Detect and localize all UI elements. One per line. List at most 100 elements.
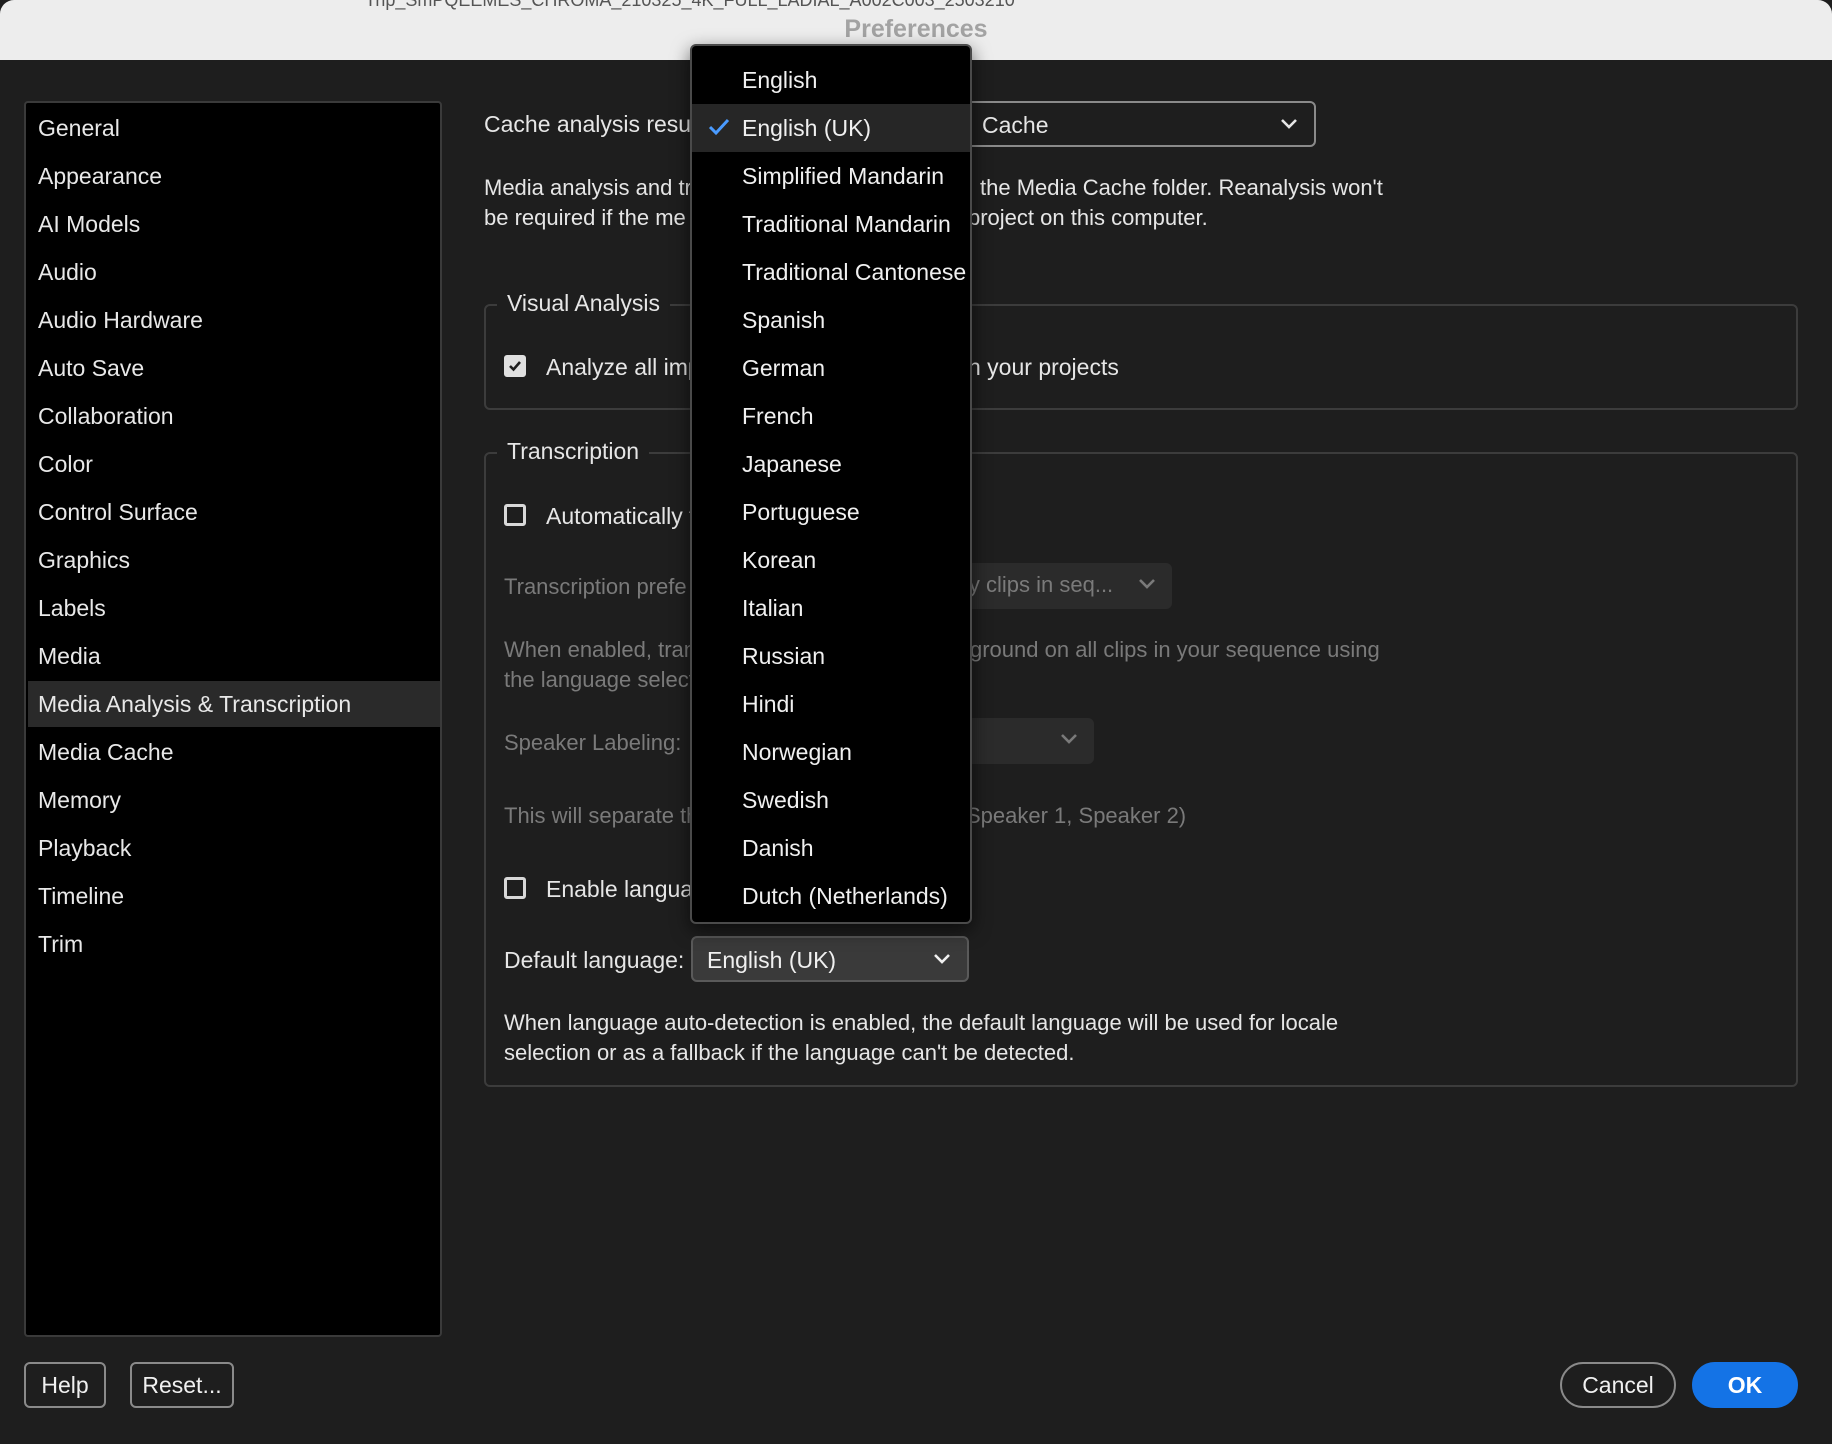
checkmark-icon bbox=[509, 361, 521, 372]
language-option-label: Italian bbox=[742, 595, 804, 621]
default-language-select[interactable]: English (UK) bbox=[691, 936, 969, 982]
language-option-english[interactable]: English bbox=[692, 56, 970, 104]
language-option-german[interactable]: German bbox=[692, 344, 970, 392]
preferences-sidebar: General Appearance AI Models Audio Audio Har… bbox=[24, 101, 442, 1337]
cache-analysis-label: Cache analysis results bbox=[484, 111, 715, 137]
language-option-hindi[interactable]: Hindi bbox=[692, 680, 970, 728]
transcription-pref-label: Transcription prefe bbox=[504, 574, 687, 599]
auto-transcribe-checkbox[interactable] bbox=[504, 504, 526, 526]
sidebar-item-graphics[interactable]: Graphics bbox=[28, 537, 440, 583]
transcription-pref-value: ly clips in seq... bbox=[964, 572, 1114, 597]
sidebar-item-trim[interactable]: Trim bbox=[28, 921, 440, 967]
language-option-label: English bbox=[742, 67, 818, 93]
sidebar-item-control-surface[interactable]: Control Surface bbox=[28, 489, 440, 535]
language-option-label: French bbox=[742, 403, 814, 429]
sidebar-item-collaboration[interactable]: Collaboration bbox=[28, 393, 440, 439]
language-option-label: English (UK) bbox=[742, 115, 872, 141]
language-option-label: German bbox=[742, 355, 826, 381]
sidebar-item-appearance[interactable]: Appearance bbox=[28, 153, 440, 199]
when-enabled-left-1: When enabled, tran bbox=[504, 637, 697, 662]
sidebar-item-audio[interactable]: Audio bbox=[28, 249, 440, 295]
when-enabled-right-1: ground on all clips in your sequence usi… bbox=[970, 637, 1380, 662]
language-option-french[interactable]: French bbox=[692, 392, 970, 440]
cache-desc-right-1: the Media Cache folder. Reanalysis won't bbox=[980, 175, 1383, 200]
language-option-label: Danish bbox=[742, 835, 814, 861]
language-option-label: Portuguese bbox=[742, 499, 860, 525]
cache-analysis-select[interactable]: Cache bbox=[966, 101, 1316, 147]
language-option-spanish[interactable]: Spanish bbox=[692, 296, 970, 344]
ok-button[interactable]: OK bbox=[1692, 1362, 1798, 1408]
auto-transcribe-label: Automatically t bbox=[546, 503, 696, 529]
speaker-labeling-select[interactable] bbox=[960, 718, 1094, 764]
autodetect-desc-2: selection or as a fallback if the langua… bbox=[504, 1040, 1075, 1065]
language-option-label: Korean bbox=[742, 547, 817, 573]
chevron-down-icon bbox=[934, 954, 950, 964]
cache-desc-left-2: be required if the me bbox=[484, 205, 686, 230]
enable-language-detection-checkbox[interactable] bbox=[504, 877, 526, 899]
language-option-label: Japanese bbox=[742, 451, 842, 477]
language-option-dutch-netherlands[interactable]: Dutch (Netherlands) bbox=[692, 872, 970, 920]
language-option-simplified-mandarin[interactable]: Simplified Mandarin bbox=[692, 152, 970, 200]
sidebar-item-color[interactable]: Color bbox=[28, 441, 440, 487]
window-title: Preferences bbox=[844, 15, 988, 43]
sidebar-item-media-analysis-transcription[interactable]: Media Analysis & Transcription bbox=[28, 681, 440, 727]
language-option-japanese[interactable]: Japanese bbox=[692, 440, 970, 488]
when-enabled-left-2: the language select bbox=[504, 667, 695, 692]
sidebar-item-media[interactable]: Media bbox=[28, 633, 440, 679]
language-option-traditional-cantonese[interactable]: Traditional Cantonese bbox=[692, 248, 970, 296]
cache-desc-right-2: project on this computer. bbox=[968, 205, 1208, 230]
sidebar-item-timeline[interactable]: Timeline bbox=[28, 873, 440, 919]
language-option-swedish[interactable]: Swedish bbox=[692, 776, 970, 824]
sidebar-item-ai-models[interactable]: AI Models bbox=[28, 201, 440, 247]
transcription-pref-select[interactable]: ly clips in seq... bbox=[950, 563, 1172, 609]
analyze-all-checkbox[interactable] bbox=[504, 355, 526, 377]
language-dropdown-menu: English English (UK) Simplified Mandarin Tr… bbox=[690, 44, 972, 924]
default-language-value: English (UK) bbox=[707, 947, 837, 973]
sidebar-item-media-cache[interactable]: Media Cache bbox=[28, 729, 440, 775]
language-option-label: Traditional Mandarin bbox=[742, 211, 951, 237]
cache-desc-left-1: Media analysis and tr bbox=[484, 175, 692, 200]
language-option-traditional-mandarin[interactable]: Traditional Mandarin bbox=[692, 200, 970, 248]
cache-analysis-select-value: Cache bbox=[982, 112, 1049, 138]
default-language-label: Default language: bbox=[504, 947, 685, 973]
sidebar-item-auto-save[interactable]: Auto Save bbox=[28, 345, 440, 391]
sidebar-item-general[interactable]: General bbox=[28, 105, 440, 151]
language-option-italian[interactable]: Italian bbox=[692, 584, 970, 632]
language-option-norwegian[interactable]: Norwegian bbox=[692, 728, 970, 776]
chevron-down-icon bbox=[1061, 734, 1077, 744]
language-option-korean[interactable]: Korean bbox=[692, 536, 970, 584]
analyze-all-label-right: h your projects bbox=[968, 354, 1119, 380]
autodetect-desc-1: When language auto-detection is enabled,… bbox=[504, 1010, 1339, 1035]
background-window-title: Trip_SmPQEEMES_CHROMA_210325_4K_FULL_LAD… bbox=[365, 0, 1015, 10]
transcription-group bbox=[484, 452, 1798, 1087]
analyze-all-label: Analyze all imp bbox=[546, 354, 701, 380]
visual-analysis-legend: Visual Analysis bbox=[497, 290, 670, 317]
sidebar-item-audio-hardware[interactable]: Audio Hardware bbox=[28, 297, 440, 343]
language-option-english-uk[interactable]: English (UK) bbox=[692, 104, 970, 152]
sidebar-item-playback[interactable]: Playback bbox=[28, 825, 440, 871]
language-option-russian[interactable]: Russian bbox=[692, 632, 970, 680]
language-option-label: Traditional Cantonese bbox=[742, 259, 967, 285]
transcription-legend: Transcription bbox=[497, 438, 650, 465]
language-option-label: Swedish bbox=[742, 787, 829, 813]
language-option-label: Hindi bbox=[742, 691, 795, 717]
separate-speakers-left: This will separate th bbox=[504, 803, 699, 828]
language-option-label: Russian bbox=[742, 643, 826, 669]
cancel-button[interactable]: Cancel bbox=[1560, 1362, 1676, 1408]
language-option-label: Simplified Mandarin bbox=[742, 163, 944, 189]
language-option-portuguese[interactable]: Portuguese bbox=[692, 488, 970, 536]
language-option-label: Norwegian bbox=[742, 739, 852, 765]
language-option-label: Spanish bbox=[742, 307, 826, 333]
separate-speakers-right: Speaker 1, Speaker 2) bbox=[966, 803, 1187, 828]
language-option-label: Dutch (Netherlands) bbox=[742, 883, 948, 909]
language-option-danish[interactable]: Danish bbox=[692, 824, 970, 872]
enable-language-detection-label: Enable languag bbox=[546, 876, 706, 902]
chevron-down-icon bbox=[1139, 579, 1155, 589]
checkmark-icon bbox=[708, 118, 730, 136]
help-button[interactable]: Help bbox=[24, 1362, 106, 1408]
sidebar-item-memory[interactable]: Memory bbox=[28, 777, 440, 823]
speaker-labeling-label: Speaker Labeling: bbox=[504, 730, 682, 755]
reset-button[interactable]: Reset... bbox=[130, 1362, 234, 1408]
chevron-down-icon bbox=[1281, 119, 1297, 129]
sidebar-item-labels[interactable]: Labels bbox=[28, 585, 440, 631]
